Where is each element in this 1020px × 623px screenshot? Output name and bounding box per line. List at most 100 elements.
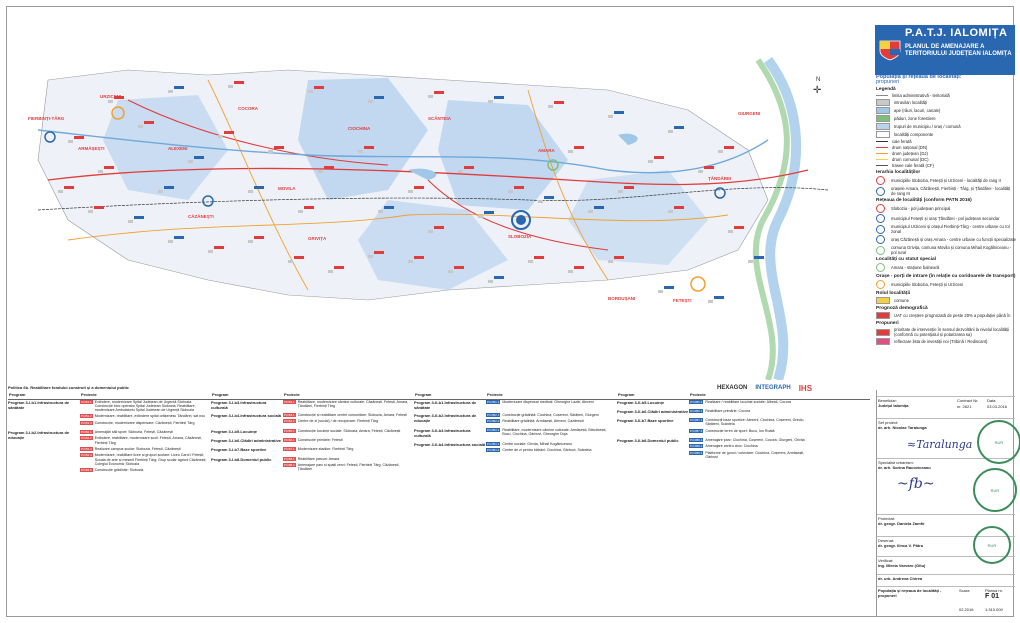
project-tag-marker xyxy=(174,86,184,89)
locality-intravilan xyxy=(58,190,63,193)
project-code-badge: P3.B1.2 xyxy=(80,414,93,419)
project-code-badge: P3.B2.3 xyxy=(80,446,93,451)
legend-swatch-icon xyxy=(876,176,885,185)
intocmit-row: dr. urb. Andreea Chirea xyxy=(877,574,1015,586)
project-code-badge: P3.IIB1.1 xyxy=(486,399,501,404)
project-tag-marker xyxy=(294,256,304,259)
locality-intravilan xyxy=(588,210,593,213)
project-tag-marker xyxy=(434,226,444,229)
project-item: P3.IIB4.1 Centre sociale: Grivița, Mihail… xyxy=(486,441,613,446)
project-tag-marker xyxy=(304,206,314,209)
project-item: P3.B2.5 Construcție grădinițe: Slobozia xyxy=(80,468,207,473)
project-item: P3.B2.2 Extindere, reabilitare, moderniza… xyxy=(80,436,207,445)
legend-swatch-icon xyxy=(876,214,885,223)
project-item: P3.IIB6.1 Reabilitare primărie: Cocora xyxy=(689,408,816,413)
legend-swatch-icon xyxy=(876,280,885,289)
project-code-badge: P3.IIB8.2 xyxy=(689,444,704,449)
table-header-cell: Proiecte xyxy=(690,392,706,398)
table-column-group: Program 3-I-b3.Infrastructura culturală P… xyxy=(211,399,414,478)
legend-item-label: trasee cale ferată (CF) xyxy=(892,163,934,168)
legend-porti-items: municipiile Slobozia, Fetești și Urzicen… xyxy=(876,280,1016,289)
legend-item: municipiul Fetești și oraș Țăndărei - po… xyxy=(876,214,1016,223)
project-text: Realizare campus școlar: Slobozia, Feteș… xyxy=(94,446,181,451)
project-tag-marker xyxy=(214,246,224,249)
project-item: P3.B2.3 Realizare campus școlar: Slobozia… xyxy=(80,446,207,451)
project-code-badge: P3.B1.3 xyxy=(80,420,93,425)
table-header-cell: Proiecte xyxy=(487,392,503,398)
legend-item-label: păduri, zone forestiere xyxy=(894,116,936,121)
legend-item-label: localități componente xyxy=(894,132,934,137)
table-header-cell: Program xyxy=(415,392,432,398)
locality-intravilan xyxy=(358,150,363,153)
project-text: Construcții baze sportive: Alexeni, Cioc… xyxy=(705,418,805,427)
legend-swatch-icon xyxy=(876,107,890,114)
beneficiar-row: Beneficiar: Județul Ialomița Contract Nr… xyxy=(877,396,1015,418)
project-tag-marker xyxy=(134,216,144,219)
project-code-badge: P3.B8.2 xyxy=(283,462,296,467)
legend-swatch-icon xyxy=(876,99,890,106)
legend-swatch-icon xyxy=(876,338,890,345)
project-code-badge: P3.IIB8.1 xyxy=(689,438,704,443)
program-name: Program 3-II-b3.Infrastructura culturală xyxy=(414,428,471,439)
legend-item: cale ferată xyxy=(876,139,1016,144)
project-item: P3.B1.2 Modernizare, reabilitare, extinde… xyxy=(80,414,207,419)
legend-swatch-icon xyxy=(876,224,885,234)
project-text: Extindere, modernizare Spital Județean d… xyxy=(94,399,196,413)
table-columns: Program 3-I-b1.Infrastructura de sănătat… xyxy=(8,399,870,478)
project-tag-marker xyxy=(674,206,684,209)
project-tag-marker xyxy=(164,186,174,189)
project-tag-marker xyxy=(494,96,504,99)
project-code-badge: P3.IIB6.1 xyxy=(689,408,704,413)
project-code-badge: P3.B4.2 xyxy=(283,419,296,424)
title-block: HEXAGON INTEGRAPH IHS Beneficiar: Județu… xyxy=(717,385,1020,616)
town-label: ARMĂȘEȘTI xyxy=(78,145,105,152)
map-title: P.A.T.J. IALOMIȚA xyxy=(905,27,1008,39)
project-tag-marker xyxy=(594,206,604,209)
legend-special-items: Amara - stațiune balneară xyxy=(876,263,1016,272)
plansa-row: Populația și rețeaua de localități - pro… xyxy=(877,586,1015,616)
sef-proiect-value: dr. arh. Nicolae Taralunga xyxy=(878,425,927,430)
program-name: Program 3-II-b6.Clădiri administrative xyxy=(617,408,689,414)
legend-prognoza-items: UAT cu creștere prognozată de peste 20% … xyxy=(876,312,1016,319)
project-tag-marker xyxy=(364,146,374,149)
project-tag-marker xyxy=(174,236,184,239)
town-label: CĂZĂNEȘTI xyxy=(188,213,214,220)
legend-item-label: cale ferată xyxy=(892,139,912,144)
project-text: Amenajare centru civic: Ciochina xyxy=(705,444,758,449)
project-text: Construcție grădinițe: Slobozia xyxy=(94,468,144,473)
project-tag-marker xyxy=(464,166,474,169)
legend-swatch-icon xyxy=(876,131,890,138)
locality-intravilan xyxy=(658,290,663,293)
legend-label: Legendă xyxy=(876,87,896,92)
table-header-cell: Proiecte xyxy=(284,392,300,398)
legend-item-label: comune xyxy=(894,298,909,303)
locality-intravilan xyxy=(68,140,73,143)
locality-intravilan xyxy=(448,270,453,273)
project-item: P3.B2.4 Modernizare, reabilitare licee și… xyxy=(80,453,207,466)
map-subtitle: PLANUL DE AMENAJARE A TERITORIULUI JUDEȚ… xyxy=(905,44,1012,57)
project-tag-marker xyxy=(654,156,664,159)
locality-intravilan xyxy=(698,170,703,173)
legend-item: oraș Căzănești și oraș Amara - centre ur… xyxy=(876,235,1016,244)
project-text: Amenajare parc și spații verzi: Fetești,… xyxy=(297,462,400,472)
legend-item: intravilan localități xyxy=(876,99,1016,106)
locality-intravilan xyxy=(608,260,613,263)
project-item: P3.IIB8.1 Amenajare parc: Ciochina, Coșer… xyxy=(689,438,816,443)
locality-intravilan xyxy=(618,190,623,193)
town-label: BORDUȘANI xyxy=(608,296,635,302)
desenat-value: dr. geogr. Ilinca V. Pătru xyxy=(878,543,924,548)
project-tag-marker xyxy=(414,186,424,189)
signature-image: ≈Taralunga xyxy=(907,438,973,451)
project-code-badge: P3.IIB5.1 xyxy=(689,399,704,404)
legend-item-label: UAT cu creștere prognozată de peste 20% … xyxy=(894,313,1011,318)
legend-swatch-icon xyxy=(876,328,890,336)
project-item: P3.IIB2.2 Reabilitare grădiniță: Armășeșt… xyxy=(486,418,613,423)
locality-intravilan xyxy=(408,190,413,193)
project-tag-marker xyxy=(224,131,234,134)
legend-item: municipiile Slobozia, Fetești și Urzicen… xyxy=(876,280,1016,289)
plansa-title: Populația și rețeaua de localități - pro… xyxy=(878,588,942,598)
locality-intravilan xyxy=(378,210,383,213)
locality-intravilan xyxy=(488,100,493,103)
locality-intravilan xyxy=(718,150,723,153)
locality-intravilan xyxy=(648,160,653,163)
